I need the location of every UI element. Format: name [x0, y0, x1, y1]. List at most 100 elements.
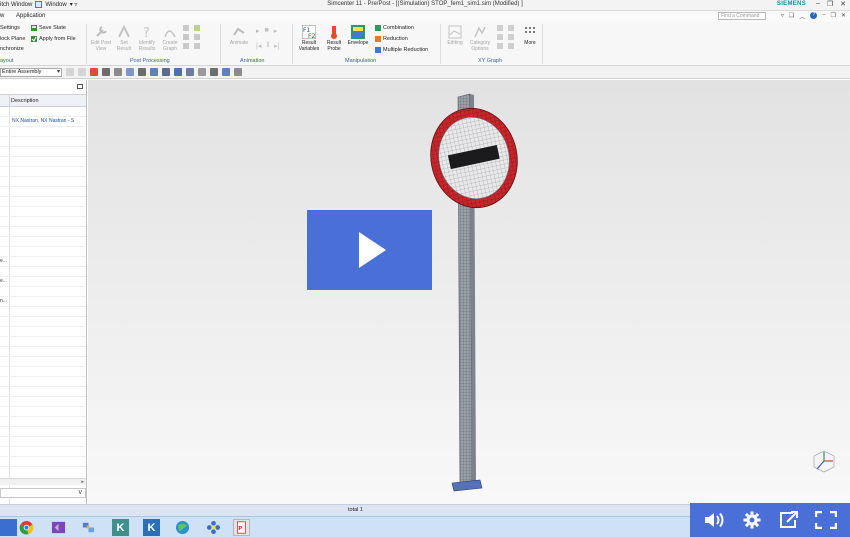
description-column-header[interactable]: Description [11, 98, 39, 104]
apply-from-file-button[interactable]: Apply from File [31, 36, 76, 42]
list-item[interactable] [0, 457, 86, 467]
list-item[interactable] [0, 307, 86, 317]
minimize-icon[interactable]: – [816, 0, 820, 8]
result-variables-button[interactable]: F1 F2 Result Variables [296, 25, 322, 52]
stop-icon[interactable]: ■ [265, 27, 269, 35]
list-item[interactable] [0, 167, 86, 177]
box-select-icon[interactable] [126, 68, 134, 76]
xy-editing-button[interactable]: Editing [444, 25, 466, 47]
visual-studio-icon[interactable] [50, 519, 67, 536]
post-tool-icon[interactable] [183, 25, 189, 31]
play-icon[interactable]: ▸ [274, 27, 278, 35]
identify-results-button[interactable]: ? Identify Results [136, 25, 158, 52]
list-item[interactable] [0, 377, 86, 387]
scroll-right-icon[interactable]: ▸ [81, 479, 84, 485]
list-item[interactable] [0, 227, 86, 237]
selection-filter-dropdown[interactable]: Entire Assembly [0, 68, 62, 77]
category-options-button[interactable]: Category Options [467, 25, 493, 52]
list-item[interactable] [0, 427, 86, 437]
list-item[interactable] [0, 197, 86, 207]
list-item[interactable]: e... [0, 257, 86, 267]
post-tool-icon[interactable] [183, 34, 189, 40]
chrome-icon[interactable] [18, 519, 35, 536]
xy-tool-icon[interactable] [497, 34, 503, 40]
render-style-icon[interactable] [210, 68, 218, 76]
create-graph-button[interactable]: Create Graph [160, 25, 180, 52]
list-item[interactable] [0, 417, 86, 427]
menu-application[interactable]: Application [16, 13, 45, 19]
list-item[interactable] [0, 137, 86, 147]
list-item[interactable] [0, 357, 86, 367]
list-item[interactable] [0, 327, 86, 337]
step-forward-icon[interactable]: ▸ [256, 27, 260, 35]
list-item[interactable] [0, 107, 86, 117]
post-tool-icon[interactable] [183, 43, 189, 49]
settings-icon[interactable] [739, 507, 765, 533]
menu-view[interactable]: w [0, 13, 4, 19]
snap-point-icon[interactable] [90, 68, 98, 76]
edit-post-view-button[interactable]: Edit Post View [90, 25, 112, 52]
multiple-reduction-button[interactable]: Multiple Reduction [375, 47, 428, 53]
pause-icon[interactable]: ‖ [266, 42, 269, 50]
ribbon-clip-plane[interactable]: lock Plane [0, 36, 25, 42]
browser-globe-icon[interactable] [174, 519, 191, 536]
reduction-button[interactable]: Reduction [375, 36, 408, 42]
list-item[interactable]: n... [0, 297, 86, 307]
result-probe-button[interactable]: Result Probe [323, 25, 345, 52]
animate-button[interactable]: Animate [226, 25, 252, 47]
refresh-view-icon[interactable] [186, 68, 194, 76]
list-item[interactable] [0, 367, 86, 377]
more-button[interactable]: More [521, 25, 539, 47]
k-app-icon[interactable]: K [143, 519, 160, 536]
panel-maximize-icon[interactable] [77, 84, 83, 89]
select-tool-icon[interactable] [102, 68, 110, 76]
doc-minimize-icon[interactable]: – [822, 12, 825, 21]
orient-view-icon[interactable] [138, 68, 146, 76]
display-mode-icon[interactable] [150, 68, 158, 76]
list-item[interactable] [0, 447, 86, 457]
list-item[interactable] [0, 287, 86, 297]
network-icon[interactable] [80, 519, 97, 536]
command-search-input[interactable]: Find a Command [718, 12, 766, 20]
list-item[interactable] [0, 267, 86, 277]
list-item[interactable] [0, 177, 86, 187]
view-triad-icon[interactable] [234, 68, 242, 76]
list-item[interactable] [0, 247, 86, 257]
search-options-icon[interactable]: ▿ [781, 12, 784, 21]
pdf-app-icon[interactable]: P [233, 519, 250, 536]
list-item[interactable] [0, 157, 86, 167]
rotate-tool-icon[interactable] [114, 68, 122, 76]
windows-app-icon[interactable] [0, 519, 17, 536]
xy-tool-icon[interactable] [497, 25, 503, 31]
list-item[interactable] [0, 187, 86, 197]
list-item[interactable] [0, 317, 86, 327]
toolbar-options-icon[interactable]: ❏ [789, 12, 794, 21]
share-icon[interactable] [776, 507, 802, 533]
horizontal-scrollbar[interactable]: ▸ [0, 478, 86, 485]
list-item[interactable] [0, 147, 86, 157]
list-item[interactable] [0, 387, 86, 397]
save-state-button[interactable]: Save State [31, 25, 66, 31]
last-frame-icon[interactable]: ▸| [274, 42, 279, 50]
video-play-button[interactable] [307, 210, 432, 290]
xy-tool-icon[interactable] [508, 34, 514, 40]
layer-icon[interactable] [162, 68, 170, 76]
graphics-viewport[interactable] [88, 80, 850, 504]
doc-close-icon[interactable]: ✕ [841, 12, 846, 21]
ribbon-settings[interactable]: Settings [0, 25, 20, 31]
post-tool-icon[interactable] [194, 25, 200, 31]
ribbon-synchronize[interactable]: nchronize [0, 46, 24, 52]
fullscreen-icon[interactable] [813, 507, 839, 533]
work-view-icon[interactable] [174, 68, 182, 76]
list-item[interactable] [0, 437, 86, 447]
restore-icon[interactable]: ❐ [827, 0, 833, 8]
close-icon[interactable]: ✕ [840, 0, 846, 8]
list-item[interactable] [0, 337, 86, 347]
xy-tool-icon[interactable] [497, 43, 503, 49]
post-tool-icon[interactable] [194, 34, 200, 40]
zoom-fit-icon[interactable] [198, 68, 206, 76]
set-result-button[interactable]: Set Result [115, 25, 133, 52]
list-item[interactable] [0, 237, 86, 247]
list-item[interactable] [0, 207, 86, 217]
list-item[interactable] [0, 347, 86, 357]
